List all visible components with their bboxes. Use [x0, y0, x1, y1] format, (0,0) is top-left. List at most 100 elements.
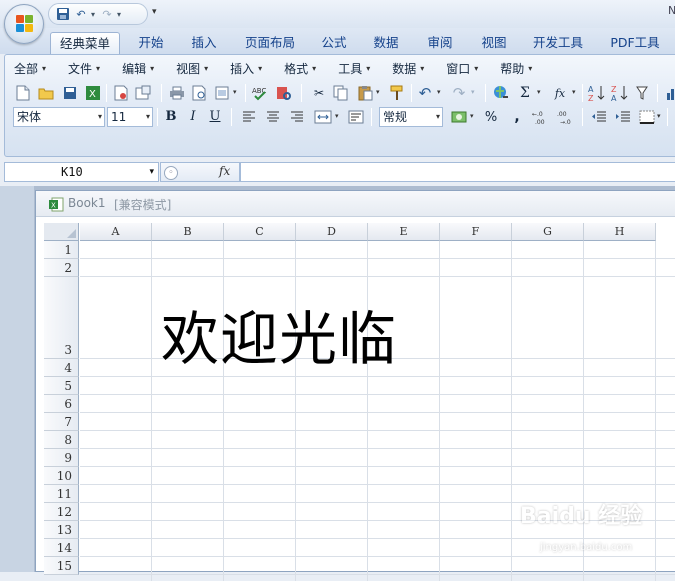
comma-button[interactable]: ,: [507, 107, 527, 127]
tab-classic-menu[interactable]: 经典菜单: [50, 32, 120, 54]
menu-file[interactable]: 文件 ▾: [63, 58, 105, 78]
align-center-icon[interactable]: [263, 107, 283, 127]
menu-window[interactable]: 窗口 ▾: [441, 58, 483, 78]
select-all-button[interactable]: [44, 223, 79, 241]
chevron-down-icon[interactable]: ▾: [437, 88, 441, 96]
chevron-down-icon[interactable]: ▾: [376, 88, 380, 96]
chevron-down-icon[interactable]: ▾: [470, 112, 474, 120]
merge-center-icon[interactable]: [311, 107, 335, 127]
undo-icon[interactable]: ↶: [415, 83, 435, 103]
new-icon[interactable]: [13, 83, 33, 103]
percent-button[interactable]: %: [481, 107, 501, 127]
sort-descending-icon[interactable]: ZA: [610, 83, 630, 103]
row-header-12[interactable]: 12: [44, 503, 79, 521]
row-header-14[interactable]: 14: [44, 539, 79, 557]
number-format-combo[interactable]: 常规 ▾: [379, 107, 443, 127]
tab-page-layout[interactable]: 页面布局: [238, 32, 302, 54]
column-header-e[interactable]: E: [368, 223, 440, 241]
row-header-9[interactable]: 9: [44, 449, 79, 467]
row-header-10[interactable]: 10: [44, 467, 79, 485]
chevron-down-icon[interactable]: ▾: [537, 88, 541, 96]
menu-insert[interactable]: 插入 ▾: [225, 58, 267, 78]
currency-icon[interactable]: [449, 107, 469, 127]
increase-indent-icon[interactable]: [613, 107, 633, 127]
chevron-down-icon[interactable]: ▾: [233, 88, 237, 96]
name-box[interactable]: K10 ▾: [4, 162, 159, 182]
tab-pdf-tools[interactable]: PDF工具: [600, 32, 670, 54]
insert-function-icon[interactable]: fx: [550, 83, 570, 103]
autosum-icon[interactable]: Σ: [515, 83, 535, 103]
tab-developer[interactable]: 开发工具: [526, 32, 590, 54]
chevron-down-icon[interactable]: ▾: [335, 112, 339, 120]
row-header-3[interactable]: 3: [44, 277, 79, 359]
row-header-13[interactable]: 13: [44, 521, 79, 539]
decrease-decimal-icon[interactable]: .00 →.0: [556, 107, 578, 127]
column-header-d[interactable]: D: [296, 223, 368, 241]
print-preview-icon[interactable]: [190, 83, 210, 103]
filter-icon[interactable]: [633, 83, 653, 103]
save-icon[interactable]: [60, 83, 80, 103]
menu-data[interactable]: 数据 ▾: [387, 58, 429, 78]
decrease-indent-icon[interactable]: [589, 107, 609, 127]
permission-icon[interactable]: [111, 83, 131, 103]
column-header-f[interactable]: F: [440, 223, 512, 241]
column-header-c[interactable]: C: [224, 223, 296, 241]
cut-icon[interactable]: ✂: [309, 83, 329, 103]
tab-view[interactable]: 视图: [472, 32, 516, 54]
row-header-1[interactable]: 1: [44, 241, 79, 259]
wrap-text-icon[interactable]: [346, 107, 366, 127]
font-size-combo[interactable]: 11 ▾: [107, 107, 153, 127]
italic-button[interactable]: I: [183, 107, 203, 127]
row-header-6[interactable]: 6: [44, 395, 79, 413]
row-header-2[interactable]: 2: [44, 259, 79, 277]
chart-icon[interactable]: [663, 83, 675, 103]
column-header-a[interactable]: A: [80, 223, 152, 241]
paste-icon[interactable]: [355, 83, 375, 103]
increase-decimal-icon[interactable]: ←.0.00: [531, 107, 553, 127]
align-left-icon[interactable]: [239, 107, 259, 127]
copy-icon[interactable]: [331, 83, 351, 103]
bold-button[interactable]: B: [161, 107, 181, 127]
save-icon[interactable]: [55, 6, 71, 22]
undo-dropdown-icon[interactable]: ▾: [91, 10, 97, 19]
row-header-5[interactable]: 5: [44, 377, 79, 395]
chevron-down-icon[interactable]: ▾: [657, 112, 661, 120]
menu-all[interactable]: 全部 ▾: [9, 58, 51, 78]
tab-review[interactable]: 审阅: [418, 32, 462, 54]
row-header-15[interactable]: 15: [44, 557, 79, 575]
row-header-8[interactable]: 8: [44, 431, 79, 449]
spelling-icon[interactable]: ABC: [251, 83, 271, 103]
sort-ascending-icon[interactable]: AZ: [587, 83, 607, 103]
menu-help[interactable]: 帮助 ▾: [495, 58, 537, 78]
menu-tools[interactable]: 工具 ▾: [333, 58, 375, 78]
open-icon[interactable]: [36, 83, 56, 103]
menu-format[interactable]: 格式 ▾: [279, 58, 321, 78]
insert-function-button[interactable]: fx: [219, 164, 230, 178]
excel-icon[interactable]: X: [83, 83, 103, 103]
font-name-combo[interactable]: 宋体 ▾: [13, 107, 105, 127]
format-painter-icon[interactable]: [387, 83, 407, 103]
page-setup-icon[interactable]: [213, 83, 233, 103]
row-header-4[interactable]: 4: [44, 359, 79, 377]
align-right-icon[interactable]: [287, 107, 307, 127]
underline-button[interactable]: U: [205, 107, 225, 127]
formula-input[interactable]: [240, 162, 675, 182]
column-header-b[interactable]: B: [152, 223, 224, 241]
chevron-down-icon[interactable]: ▾: [471, 88, 475, 96]
tab-insert[interactable]: 插入: [180, 32, 228, 54]
print-icon[interactable]: [167, 83, 187, 103]
hyperlink-icon[interactable]: [491, 83, 511, 103]
tab-data[interactable]: 数据: [364, 32, 408, 54]
menu-view[interactable]: 视图 ▾: [171, 58, 213, 78]
column-header-g[interactable]: G: [512, 223, 584, 241]
expand-knob-icon[interactable]: ◦: [164, 166, 178, 180]
research-icon[interactable]: [274, 83, 294, 103]
customize-qat-icon[interactable]: ▾: [152, 7, 157, 17]
office-button[interactable]: [4, 4, 44, 44]
redo-icon[interactable]: ↷: [99, 6, 115, 22]
undo-icon[interactable]: ↶: [73, 6, 89, 22]
column-header-h[interactable]: H: [584, 223, 656, 241]
chevron-down-icon[interactable]: ▾: [572, 88, 576, 96]
row-header-7[interactable]: 7: [44, 413, 79, 431]
redo-dropdown-icon[interactable]: ▾: [117, 10, 123, 19]
